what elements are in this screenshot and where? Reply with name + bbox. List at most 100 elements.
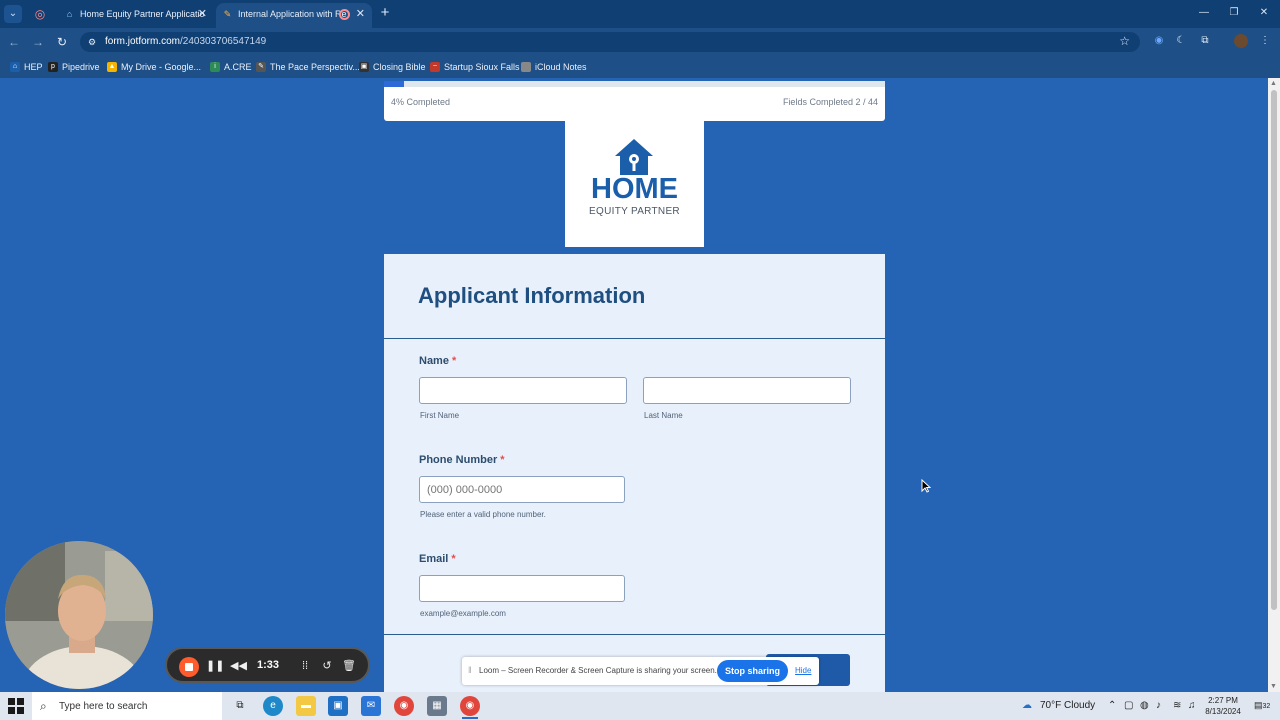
phone-input[interactable]: [419, 476, 625, 503]
menu-kebab-icon[interactable]: ⋮: [1258, 34, 1272, 48]
scrollbar-thumb[interactable]: [1271, 90, 1277, 610]
close-window-icon[interactable]: ✕: [1256, 5, 1272, 21]
progress-fill: [384, 81, 405, 87]
bookmark-icloud-notes[interactable]: iCloud Notes: [521, 60, 587, 74]
trash-icon[interactable]: 🗑: [341, 658, 357, 674]
forward-icon[interactable]: →: [30, 34, 46, 50]
bookmark-favicon-icon: ▣: [359, 62, 369, 72]
required-mark: *: [451, 553, 456, 565]
webcam-bubble[interactable]: [5, 541, 153, 689]
drag-handle-icon[interactable]: ‖: [468, 665, 472, 675]
store-icon[interactable]: ▣: [328, 696, 348, 716]
email-input[interactable]: [419, 575, 625, 602]
first-name-sublabel: First Name: [420, 411, 460, 420]
bookmark-pipedrive[interactable]: p Pipedrive: [48, 60, 100, 74]
webcam-person-image: [5, 541, 153, 689]
logo-subtitle: EQUITY PARTNER: [589, 206, 680, 217]
close-tab-icon[interactable]: ✕: [356, 3, 365, 25]
wifi-icon[interactable]: ≋: [1173, 700, 1181, 711]
microphone-icon[interactable]: ♪: [1156, 700, 1161, 711]
tray-app-icon[interactable]: ▢: [1124, 700, 1133, 711]
bookmark-pace-perspective[interactable]: ✎ The Pace Perspectiv...: [256, 60, 360, 74]
screen-sharing-banner: ‖ Loom – Screen Recorder & Screen Captur…: [462, 657, 819, 685]
task-view-icon[interactable]: ⧉: [230, 696, 250, 716]
bookmark-favicon-icon: ▲: [107, 62, 117, 72]
url-text[interactable]: form.jotform.com/240303706547149: [105, 36, 266, 47]
edge-browser-icon[interactable]: e: [263, 696, 283, 716]
taskbar-clock[interactable]: 2:27 PM 8/13/2024: [1200, 695, 1246, 717]
close-tab-icon[interactable]: ✕: [198, 3, 207, 25]
restore-icon[interactable]: ❐: [1226, 5, 1242, 21]
bookmark-label: A.CRE: [224, 62, 252, 72]
bookmark-my-drive[interactable]: ▲ My Drive - Google...: [107, 60, 201, 74]
rewind-icon[interactable]: ◀◀: [230, 658, 247, 674]
file-explorer-icon[interactable]: ▬: [296, 696, 316, 716]
extensions-puzzle-icon[interactable]: ⧉: [1198, 34, 1212, 48]
bookmark-acre[interactable]: i A.CRE: [210, 60, 252, 74]
profile-avatar-icon[interactable]: [1234, 34, 1248, 48]
scroll-down-icon[interactable]: ▼: [1270, 683, 1277, 690]
weather-icon[interactable]: ☁: [1022, 700, 1032, 711]
url-host: form.jotform.com: [105, 36, 181, 47]
scroll-up-icon[interactable]: ▲: [1270, 80, 1277, 87]
bookmark-favicon-icon: p: [48, 62, 58, 72]
hide-link[interactable]: Hide: [795, 666, 811, 675]
chrome-icon[interactable]: ◉: [394, 696, 414, 716]
tab-title: Home Equity Partner Applicatio: [80, 9, 205, 19]
stop-sharing-button[interactable]: Stop sharing: [717, 660, 788, 682]
weather-text[interactable]: 70°F Cloudy: [1040, 700, 1095, 711]
new-tab-icon[interactable]: +: [377, 4, 393, 22]
volume-icon[interactable]: ♫: [1188, 700, 1196, 711]
windows-start-icon[interactable]: [8, 698, 24, 714]
url-path: /240303706547149: [180, 36, 267, 47]
bookmark-label: Startup Sioux Falls: [444, 62, 520, 72]
jotform-favicon-icon: ✎: [223, 9, 232, 19]
site-info-icon[interactable]: ⚙: [88, 35, 102, 49]
tab-search-icon[interactable]: ⌄: [4, 5, 22, 23]
clock-time: 2:27 PM: [1208, 696, 1238, 705]
first-name-input[interactable]: [419, 377, 627, 404]
sharing-message: Loom – Screen Recorder & Screen Capture …: [479, 666, 717, 675]
mail-icon[interactable]: ✉: [361, 696, 381, 716]
bookmark-closing-bible[interactable]: ▣ Closing Bible: [359, 60, 426, 74]
email-hint: example@example.com: [420, 609, 506, 618]
tab-home-equity-partner[interactable]: ⌂ Home Equity Partner Applicatio ✕: [58, 3, 214, 28]
minimize-icon[interactable]: —: [1196, 5, 1212, 21]
bookmark-label: HEP: [24, 62, 43, 72]
tray-app-icon[interactable]: ◍: [1140, 700, 1149, 711]
bookmark-label: iCloud Notes: [535, 62, 587, 72]
search-placeholder: Type here to search: [59, 701, 148, 712]
last-name-input[interactable]: [643, 377, 851, 404]
phone-hint: Please enter a valid phone number.: [420, 510, 546, 519]
last-name-sublabel: Last Name: [644, 411, 683, 420]
pause-icon[interactable]: ❚❚: [206, 658, 224, 674]
tray-chevron-icon[interactable]: ⌃: [1108, 700, 1116, 711]
notification-center-icon[interactable]: ▤32: [1254, 700, 1270, 711]
back-icon[interactable]: ←: [6, 34, 22, 50]
windows-taskbar: ⌕ Type here to search ⧉ e ▬ ▣ ✉ ◉ ▦ ◉ ☁ …: [0, 692, 1280, 720]
chrome-active-icon[interactable]: ◉: [460, 696, 480, 716]
pinned-tab-record-icon[interactable]: ◎: [30, 4, 50, 24]
restart-icon[interactable]: ↺: [319, 658, 335, 674]
drawing-tools-icon[interactable]: ⁞⁞: [297, 658, 313, 674]
fields-completed-text: Fields Completed 2 / 44: [782, 97, 878, 107]
reload-icon[interactable]: ↻: [54, 34, 70, 50]
required-mark: *: [500, 454, 505, 466]
tab-internal-application[interactable]: ✎ Internal Application with Re ✕: [216, 3, 372, 28]
progress-track: [384, 81, 885, 87]
extension-icon[interactable]: ◉: [1152, 34, 1166, 48]
email-label-text: Email: [419, 553, 449, 565]
recording-timer: 1:33: [257, 659, 280, 671]
vertical-scrollbar[interactable]: ▲ ▼: [1268, 78, 1280, 692]
loom-recording-controls: ❚❚ ◀◀ 1:33 ⁞⁞ ↺ 🗑: [165, 647, 370, 683]
calculator-icon[interactable]: ▦: [427, 696, 447, 716]
bookmark-star-icon[interactable]: ☆: [1119, 34, 1130, 48]
stop-recording-button[interactable]: [179, 657, 199, 677]
extension-icon[interactable]: ☾: [1174, 34, 1188, 48]
address-bar[interactable]: ⚙ form.jotform.com/240303706547149 ☆: [80, 32, 1140, 52]
phone-label: Phone Number *: [419, 454, 505, 466]
bookmark-hep[interactable]: ⌂ HEP: [10, 60, 43, 74]
form-section-header: Applicant Information: [384, 254, 885, 339]
bookmark-startup-sioux-falls[interactable]: ~ Startup Sioux Falls: [430, 60, 520, 74]
taskbar-search-box[interactable]: ⌕ Type here to search: [32, 692, 222, 720]
